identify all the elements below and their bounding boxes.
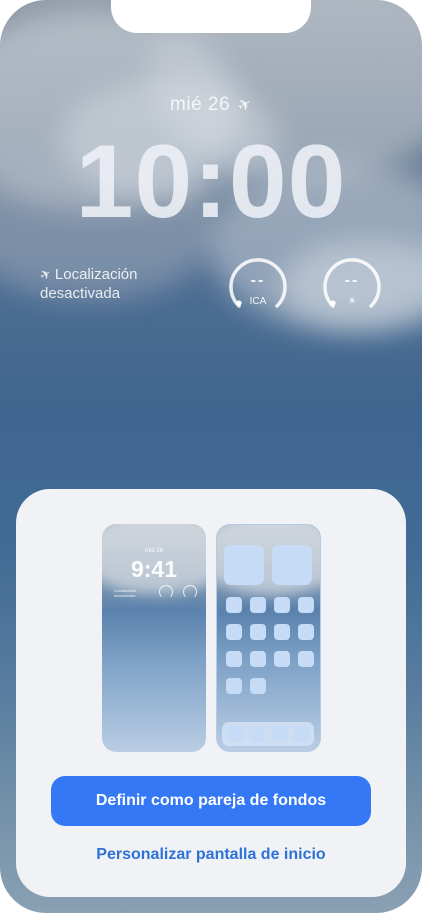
dock-icon [249, 726, 265, 742]
location-status-line2: desactivada [40, 285, 121, 302]
preview-location-status: Localización desactivada [114, 588, 154, 598]
home-screen-preview[interactable] [216, 524, 321, 752]
preview-time: 9:41 [130, 556, 178, 582]
preview-date: mié 26 [144, 548, 163, 554]
dock-icon [294, 726, 310, 742]
date-row: mié 26 ✈ [0, 94, 422, 116]
app-icon [226, 624, 242, 640]
widget-placeholder [272, 545, 312, 585]
app-icon-grid [226, 597, 316, 694]
app-icon [226, 651, 242, 667]
sun-icon: ☀ [347, 296, 357, 307]
dock-icon [272, 726, 288, 742]
app-icon [250, 624, 266, 640]
preview-gauge-icon [183, 585, 197, 599]
location-status: ✈Localización desactivada [37, 265, 138, 303]
uv-value: -- [344, 272, 360, 289]
customize-home-screen-link[interactable]: Personalizar pantalla de inicio [51, 840, 371, 870]
app-icon [298, 597, 314, 613]
wallpaper-sheet: mié 26 9:41 Localización desactivada Def… [16, 489, 406, 897]
lock-screen-preview[interactable]: mié 26 9:41 Localización desactivada [102, 524, 206, 752]
air-quality-label: ICA [249, 296, 267, 307]
app-icon [274, 624, 290, 640]
uv-widget[interactable]: -- ☀ [321, 256, 383, 318]
app-icon [298, 651, 314, 667]
clock: 10:00 [75, 124, 347, 240]
app-icon [226, 678, 242, 694]
date-label: mié 26 [170, 94, 231, 115]
air-quality-widget[interactable]: -- ICA [227, 256, 289, 318]
app-icon [274, 597, 290, 613]
set-wallpaper-pair-button[interactable]: Definir como pareja de fondos [51, 776, 371, 826]
app-icon [250, 651, 266, 667]
location-status-line1: Localización [54, 266, 138, 283]
app-icon [250, 597, 266, 613]
app-icon [226, 597, 242, 613]
dock [222, 722, 314, 746]
notch [111, 0, 311, 33]
airplane-icon: ✈ [234, 94, 256, 117]
preview-location-line2: desactivada [114, 593, 136, 598]
app-icon [250, 678, 266, 694]
app-icon [298, 624, 314, 640]
dock-icon [227, 726, 243, 742]
widget-placeholder [224, 545, 264, 585]
preview-gauge-icon [159, 585, 173, 599]
lock-screen: mié 26 ✈ 10:00 ✈Localización desactivada … [0, 0, 422, 913]
app-icon [274, 651, 290, 667]
air-quality-value: -- [250, 272, 266, 289]
